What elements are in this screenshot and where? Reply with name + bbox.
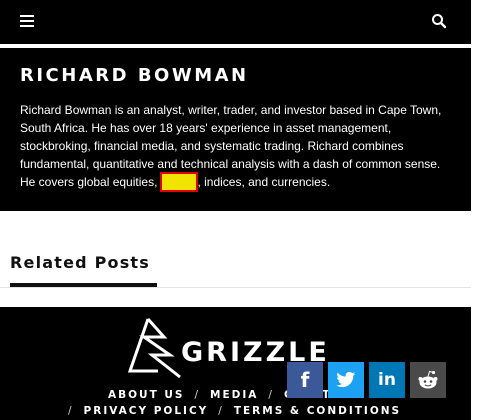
page: RICHARD BOWMAN Richard Bowman is an anal…	[0, 0, 471, 420]
separator: /	[194, 389, 201, 401]
footer-link-media[interactable]: MEDIA	[210, 389, 258, 401]
etfs-link[interactable]: ETFs	[159, 172, 199, 192]
twitter-icon	[336, 371, 356, 388]
author-box: RICHARD BOWMAN Richard Bowman is an anal…	[0, 48, 471, 211]
share-linkedin-button[interactable]: in	[369, 362, 405, 398]
search-icon[interactable]	[431, 13, 447, 29]
top-nav-bar	[0, 0, 471, 44]
author-name: RICHARD BOWMAN	[20, 65, 249, 86]
related-posts-heading: Related Posts	[10, 253, 150, 272]
share-reddit-button[interactable]	[410, 362, 446, 398]
separator: /	[218, 405, 224, 417]
linkedin-icon: in	[378, 370, 396, 390]
reddit-icon	[418, 370, 438, 389]
footer-link-about-us[interactable]: ABOUT US	[108, 389, 185, 401]
divider	[0, 287, 471, 288]
grizzle-logo-icon[interactable]	[126, 317, 184, 379]
author-bio: Richard Bowman is an analyst, writer, tr…	[20, 101, 450, 192]
share-twitter-button[interactable]	[328, 362, 364, 398]
hamburger-menu-icon[interactable]	[20, 15, 34, 29]
author-bio-text-end: , indices, and currencies.	[197, 175, 331, 189]
footer-link-privacy-policy[interactable]: PRIVACY POLICY	[84, 405, 209, 417]
separator: /	[68, 405, 74, 417]
share-facebook-button[interactable]: f	[287, 362, 323, 398]
footer-link-terms[interactable]: TERMS & CONDITIONS	[234, 405, 401, 417]
facebook-icon: f	[300, 368, 310, 392]
separator: /	[268, 389, 274, 401]
footer-nav-row: / PRIVACY POLICY / TERMS & CONDITIONS	[68, 405, 401, 417]
